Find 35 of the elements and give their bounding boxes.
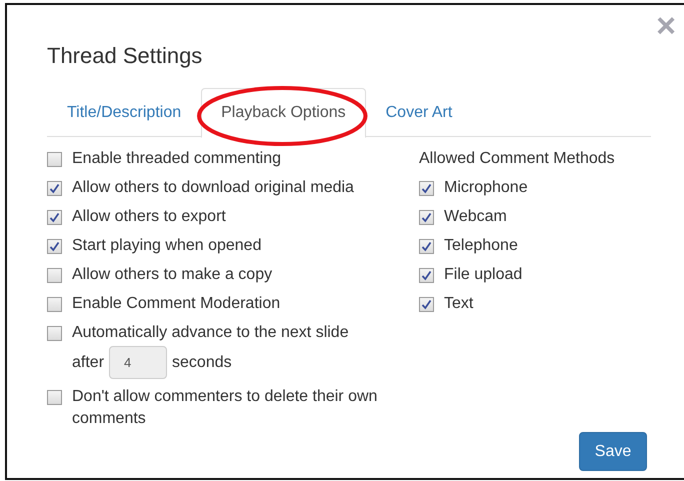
checkbox[interactable]: [419, 210, 434, 225]
seconds-field[interactable]: 4: [109, 346, 168, 379]
option-label: Enable Comment Moderation: [72, 294, 280, 314]
option-label: Text: [444, 294, 474, 314]
checkbox[interactable]: [47, 390, 62, 405]
option-label: Telephone: [444, 236, 518, 256]
option-label: Webcam: [444, 207, 507, 227]
checkbox[interactable]: [47, 326, 62, 341]
checkbox[interactable]: [47, 152, 62, 167]
option-label: Start playing when opened: [72, 236, 262, 256]
checkbox[interactable]: [47, 239, 62, 254]
option-label: Allow others to download original media: [72, 178, 354, 198]
option-label: after: [72, 352, 104, 372]
option-label: Don't allow commenters to delete their own comments: [72, 387, 378, 429]
tab[interactable]: Cover Art: [366, 88, 472, 138]
save-button[interactable]: Save: [579, 432, 647, 471]
checkbox[interactable]: [419, 297, 434, 312]
close-button[interactable]: ×: [656, 9, 676, 43]
checkbox[interactable]: [419, 181, 434, 196]
checkbox[interactable]: [419, 239, 434, 254]
checkbox[interactable]: [47, 181, 62, 196]
option-label: File upload: [444, 265, 522, 285]
checkbox[interactable]: [419, 268, 434, 283]
option-label: Allow others to export: [72, 207, 226, 227]
checkbox[interactable]: [47, 210, 62, 225]
option-label: Allow others to make a copy: [72, 265, 272, 285]
option-label: Enable threaded commenting: [72, 149, 282, 169]
option-label: Microphone: [444, 178, 528, 198]
option-label: Automatically advance to the next slide: [72, 323, 349, 343]
checkbox[interactable]: [47, 268, 62, 283]
checkbox[interactable]: [47, 297, 62, 312]
tab[interactable]: Title/Description: [47, 88, 202, 138]
option-label: seconds: [172, 352, 232, 372]
dialog-title: Thread Settings: [47, 43, 202, 70]
section-heading: Allowed Comment Methods: [419, 149, 615, 169]
